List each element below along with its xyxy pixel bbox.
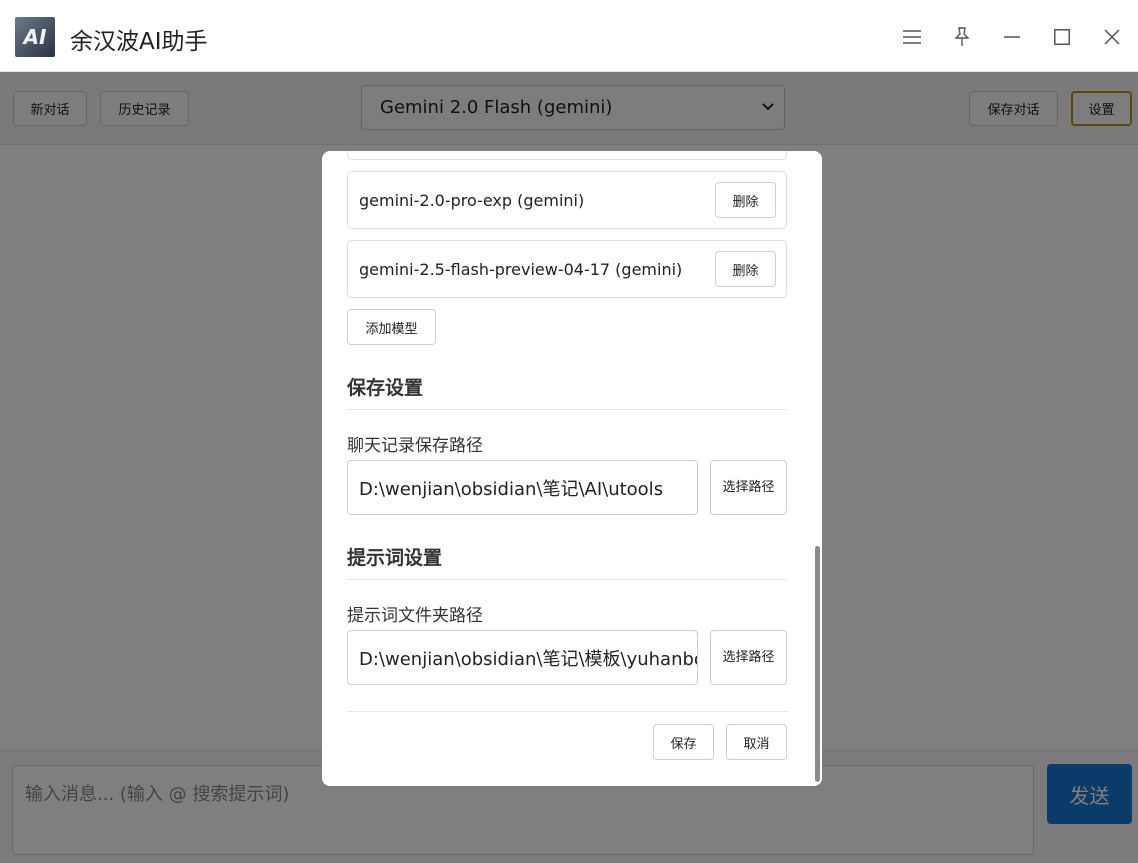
cancel-button[interactable]: 取消 <box>726 724 787 760</box>
choose-prompt-path-button[interactable]: 选择路径 <box>710 630 787 685</box>
divider <box>347 579 787 580</box>
model-name: gemini-2.0-pro-exp (gemini) <box>359 191 585 210</box>
divider <box>347 711 787 712</box>
minimize-icon[interactable] <box>997 22 1027 52</box>
chat-save-path-input[interactable]: D:\wenjian\obsidian\笔记\AI\utools <box>347 460 698 515</box>
chat-save-path-label: 聊天记录保存路径 <box>347 436 483 456</box>
settings-modal: gemini-2.0-pro-exp (gemini) 删除 gemini-2.… <box>322 151 822 786</box>
modal-scrollbar[interactable] <box>815 546 820 782</box>
close-icon[interactable] <box>1097 22 1127 52</box>
add-model-button[interactable]: 添加模型 <box>347 309 436 345</box>
divider <box>347 409 787 410</box>
prompt-folder-path-input[interactable]: D:\wenjian\obsidian\笔记\模板\yuhanbo <box>347 630 698 685</box>
prompt-folder-path-label: 提示词文件夹路径 <box>347 606 483 626</box>
model-row: gemini-2.5-flash-preview-04-17 (gemini) … <box>347 240 787 298</box>
title-bar: AI 余汉波AI助手 <box>0 0 1138 72</box>
model-row <box>347 151 787 160</box>
app-logo-text: AI <box>23 25 47 49</box>
save-button[interactable]: 保存 <box>653 724 714 760</box>
save-settings-title: 保存设置 <box>347 377 424 399</box>
model-name: gemini-2.5-flash-preview-04-17 (gemini) <box>359 260 683 279</box>
maximize-icon[interactable] <box>1047 22 1077 52</box>
delete-model-button[interactable]: 删除 <box>715 182 776 218</box>
prompt-settings-title: 提示词设置 <box>347 547 443 569</box>
model-row: gemini-2.0-pro-exp (gemini) 删除 <box>347 171 787 229</box>
pin-icon[interactable] <box>947 22 977 52</box>
app-logo: AI <box>15 17 55 57</box>
delete-model-button[interactable]: 删除 <box>715 251 776 287</box>
app-title: 余汉波AI助手 <box>70 29 208 55</box>
menu-icon[interactable] <box>897 22 927 52</box>
choose-chat-path-button[interactable]: 选择路径 <box>710 460 787 515</box>
